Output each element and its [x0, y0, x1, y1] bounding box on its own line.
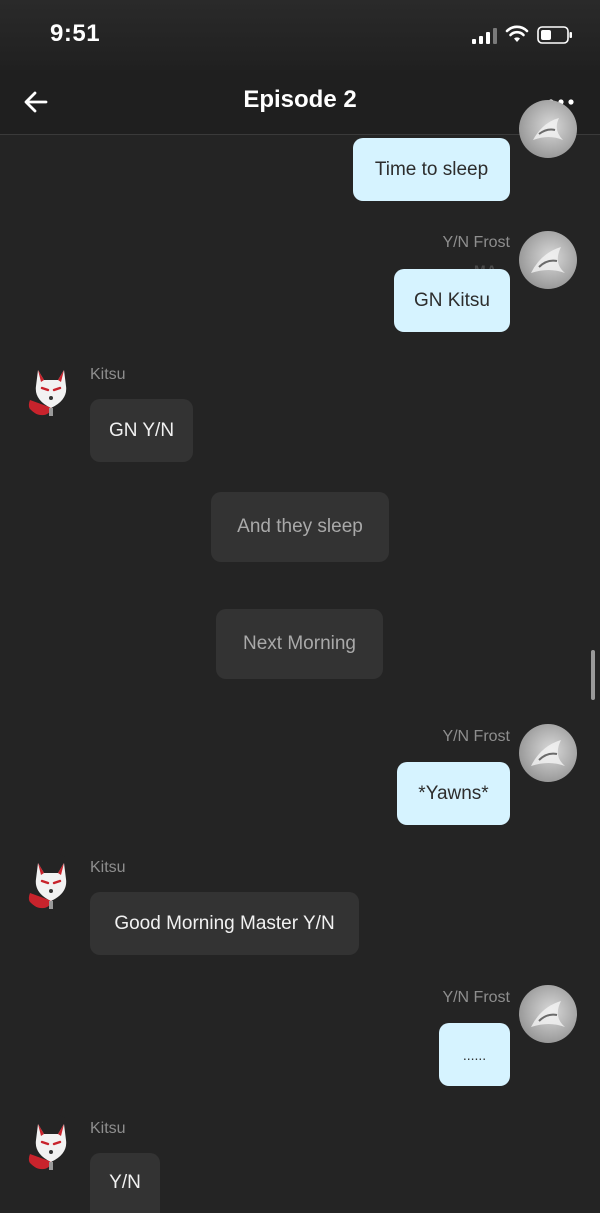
message-bubble-outgoing[interactable]: Time to sleep: [353, 138, 510, 201]
kitsu-avatar[interactable]: [22, 1114, 80, 1172]
sender-name: Kitsu: [90, 366, 126, 383]
user-avatar[interactable]: [519, 100, 577, 158]
status-time: 9:51: [50, 20, 101, 47]
message-bubble-outgoing[interactable]: ......: [439, 1023, 510, 1086]
sender-name: Kitsu: [90, 1120, 126, 1137]
narration-bubble[interactable]: And they sleep: [211, 492, 389, 562]
user-avatar[interactable]: [519, 724, 577, 782]
sender-name: Kitsu: [90, 859, 126, 876]
message-bubble-outgoing[interactable]: *Yawns*: [397, 762, 510, 825]
user-avatar-art: [531, 740, 565, 766]
message-bubble-outgoing[interactable]: GN Kitsu: [394, 269, 510, 332]
fox-mask-icon: [28, 370, 67, 416]
signal-icon: [472, 28, 497, 44]
message-bubble-incoming[interactable]: GN Y/N: [90, 399, 193, 462]
fox-mask-icon: [28, 1124, 67, 1170]
narration-bubble[interactable]: Next Morning: [216, 609, 383, 679]
sender-name: Y/N Frost: [442, 234, 510, 251]
message-bubble-incoming[interactable]: Good Morning Master Y/N: [90, 892, 359, 955]
page-title: Episode 2: [243, 86, 357, 113]
wifi-icon: [505, 25, 529, 42]
user-avatar-art: [531, 1001, 565, 1027]
scroll-indicator[interactable]: [591, 650, 595, 700]
user-avatar-art: [531, 247, 565, 273]
message-bubble-incoming[interactable]: Y/N: [90, 1153, 160, 1213]
sender-name: Y/N Frost: [442, 728, 510, 745]
status-bar: 9:51: [0, 0, 600, 70]
user-avatar[interactable]: [519, 985, 577, 1043]
kitsu-avatar[interactable]: [22, 360, 80, 418]
sender-name: Y/N Frost: [442, 989, 510, 1006]
nav-bar: Episode 2: [0, 70, 600, 135]
user-avatar-art: [533, 118, 563, 140]
fox-mask-icon: [28, 863, 67, 909]
battery-icon: [537, 26, 572, 44]
kitsu-avatar[interactable]: [22, 853, 80, 911]
user-avatar[interactable]: [519, 231, 577, 289]
